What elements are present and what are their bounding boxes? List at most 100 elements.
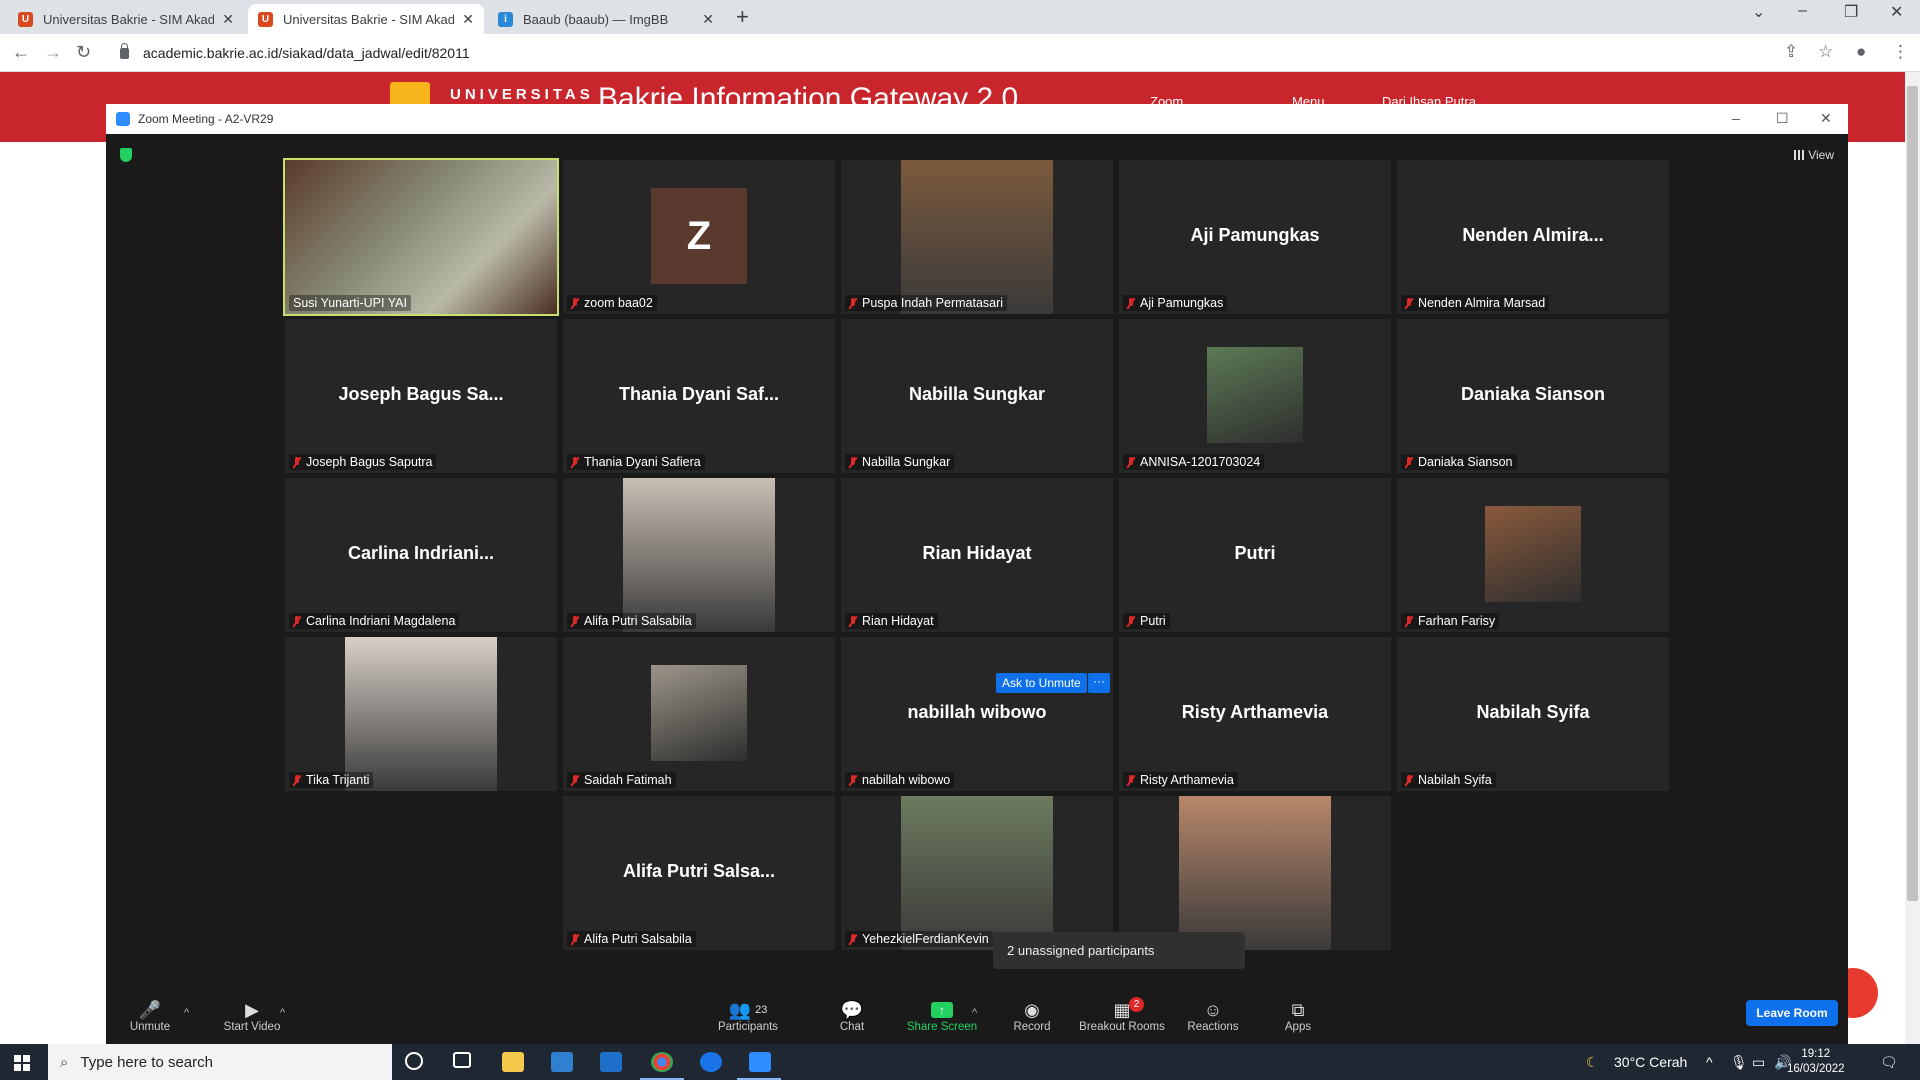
- close-tab-icon[interactable]: ✕: [462, 11, 474, 28]
- share-screen-button[interactable]: ↑ Share Screen: [902, 999, 982, 1033]
- back-icon[interactable]: ←: [12, 42, 30, 63]
- restore-icon[interactable]: ❐: [1844, 2, 1858, 22]
- leave-room-button[interactable]: Leave Room: [1746, 1000, 1838, 1026]
- participant-tile[interactable]: Daniaka Sianson Daniaka Sianson: [1397, 319, 1669, 473]
- participant-tile[interactable]: Susi Yunarti-UPI YAI: [283, 158, 559, 316]
- record-icon: ◉: [1024, 999, 1040, 1020]
- tray-chevron-icon[interactable]: ^: [1706, 1054, 1713, 1070]
- profile-icon[interactable]: ●: [1856, 42, 1866, 62]
- file-explorer-icon[interactable]: [502, 1052, 524, 1072]
- participant-name: Rian Hidayat: [862, 614, 934, 628]
- reload-icon[interactable]: ↻: [76, 42, 91, 63]
- address-bar[interactable]: academic.bakrie.ac.id/siakad/data_jadwal…: [108, 38, 1778, 68]
- participant-tile[interactable]: YehezkielFerdianKevin: [841, 796, 1113, 950]
- browser-tab-active[interactable]: U Universitas Bakrie - SIM Akadem ✕: [248, 4, 484, 34]
- record-button[interactable]: ◉ Record: [1006, 999, 1058, 1034]
- participant-tile[interactable]: Thania Dyani Saf... Thania Dyani Safiera: [563, 319, 835, 473]
- muted-mic-icon: [293, 774, 301, 786]
- share-icon[interactable]: ⇪: [1784, 42, 1798, 62]
- task-view-icon[interactable]: [453, 1052, 471, 1068]
- muted-mic-icon: [571, 456, 579, 468]
- participant-tile[interactable]: [1119, 796, 1391, 950]
- close-window-icon[interactable]: ✕: [1890, 2, 1903, 22]
- browser-toolbar: ← → ↻ academic.bakrie.ac.id/siakad/data_…: [0, 34, 1920, 72]
- apps-button[interactable]: ⧉ Apps: [1278, 999, 1318, 1034]
- participant-tile[interactable]: ANNISA-1201703024: [1119, 319, 1391, 473]
- audio-options-caret-icon[interactable]: ^: [184, 1007, 189, 1019]
- close-tab-icon[interactable]: ✕: [222, 11, 234, 28]
- participant-tile[interactable]: nabillah wibowo nabillah wibowo: [841, 637, 1113, 791]
- participant-tile[interactable]: Alifa Putri Salsa... Alifa Putri Salsabil…: [563, 796, 835, 950]
- participant-name-label: Rian Hidayat: [845, 613, 938, 629]
- participant-display-name: Nabilah Syifa: [1476, 701, 1590, 722]
- participant-photo: [901, 160, 1053, 314]
- participant-tile[interactable]: Saidah Fatimah: [563, 637, 835, 791]
- participant-name-label: Joseph Bagus Saputra: [289, 454, 437, 470]
- participant-name-label: Risty Arthamevia: [1123, 772, 1238, 788]
- share-screen-label: Share Screen: [906, 1021, 978, 1033]
- chat-button[interactable]: 💬 Chat: [830, 999, 874, 1034]
- breakout-rooms-button[interactable]: ▦ 2 Breakout Rooms: [1076, 997, 1168, 1033]
- video-options-caret-icon[interactable]: ^: [280, 1007, 285, 1019]
- bookmark-star-icon[interactable]: ☆: [1818, 42, 1833, 62]
- more-options-button[interactable]: ···: [1088, 673, 1110, 693]
- participant-tile[interactable]: Aji Pamungkas Aji Pamungkas: [1119, 160, 1391, 314]
- participants-button[interactable]: 👥 23 Participants: [712, 999, 784, 1034]
- zoom-window-title: Zoom Meeting - A2-VR29: [138, 112, 274, 126]
- browser-tab[interactable]: i Baaub (baaub) — ImgBB ✕: [488, 4, 724, 34]
- tab-search-chevron-icon[interactable]: ⌄: [1752, 2, 1765, 22]
- participant-tile[interactable]: Alifa Putri Salsabila: [563, 478, 835, 632]
- participant-tile[interactable]: Farhan Farisy: [1397, 478, 1669, 632]
- windows-start-icon[interactable]: [14, 1055, 30, 1071]
- store-icon[interactable]: [551, 1052, 573, 1072]
- participant-name: Nenden Almira Marsad: [1418, 296, 1546, 310]
- start-video-label: Start Video: [223, 1021, 281, 1033]
- taskbar-clock[interactable]: 19:12 16/03/2022: [1787, 1047, 1845, 1077]
- cortana-icon[interactable]: [405, 1052, 423, 1070]
- close-tab-icon[interactable]: ✕: [702, 11, 714, 28]
- share-options-caret-icon[interactable]: ^: [972, 1007, 977, 1019]
- participant-tile[interactable]: Risty Arthamevia Risty Arthamevia: [1119, 637, 1391, 791]
- participant-tile[interactable]: Nabilla Sungkar Nabilla Sungkar: [841, 319, 1113, 473]
- new-tab-icon[interactable]: +: [736, 4, 749, 30]
- participant-tile[interactable]: Puspa Indah Permatasari: [841, 160, 1113, 314]
- notifications-icon[interactable]: 🗨: [1880, 1054, 1898, 1071]
- participant-display-name: Nabilla Sungkar: [908, 383, 1046, 404]
- minimize-icon[interactable]: –: [1798, 2, 1807, 20]
- zoom-minimize-icon[interactable]: –: [1732, 110, 1740, 126]
- participant-tile[interactable]: Zzoom baa02: [563, 160, 835, 314]
- weather-text[interactable]: 30°C Cerah: [1614, 1054, 1687, 1070]
- zoom-maximize-icon[interactable]: ☐: [1776, 110, 1789, 127]
- muted-mic-icon: [849, 774, 857, 786]
- browser-tab[interactable]: U Universitas Bakrie - SIM Akadem ✕: [8, 4, 244, 34]
- forward-icon[interactable]: →: [44, 42, 62, 63]
- participant-name: Farhan Farisy: [1418, 614, 1496, 628]
- zoom-taskbar-icon[interactable]: [749, 1052, 771, 1072]
- unmute-button[interactable]: 🎤 Unmute: [122, 999, 178, 1034]
- tab-title: Universitas Bakrie - SIM Akadem: [283, 11, 455, 27]
- participant-tile[interactable]: Carlina Indriani... Carlina Indriani Magd…: [285, 478, 557, 632]
- chrome-icon[interactable]: [651, 1052, 673, 1072]
- chat-label: Chat: [839, 1021, 865, 1033]
- participant-tile[interactable]: Nabilah Syifa Nabilah Syifa: [1397, 637, 1669, 791]
- reactions-icon: ☺: [1203, 999, 1223, 1020]
- participant-tile[interactable]: Rian Hidayat Rian Hidayat: [841, 478, 1113, 632]
- participant-tile[interactable]: Joseph Bagus Sa... Joseph Bagus Saputra: [285, 319, 557, 473]
- reactions-button[interactable]: ☺ Reactions: [1184, 999, 1242, 1034]
- teamviewer-icon[interactable]: [700, 1052, 722, 1072]
- browser-menu-icon[interactable]: ⋮: [1892, 42, 1909, 62]
- weather-moon-icon[interactable]: ☾: [1586, 1054, 1599, 1071]
- participant-tile[interactable]: Nenden Almira... Nenden Almira Marsad: [1397, 160, 1669, 314]
- microphone-icon[interactable]: 🎙: [1730, 1054, 1748, 1071]
- participant-name-label: Alifa Putri Salsabila: [567, 931, 696, 947]
- network-icon[interactable]: ▭: [1752, 1054, 1765, 1071]
- clock-date: 16/03/2022: [1787, 1063, 1845, 1075]
- participant-tile[interactable]: Putri Putri: [1119, 478, 1391, 632]
- page-scrollbar-thumb[interactable]: [1907, 86, 1918, 901]
- mail-icon[interactable]: [600, 1052, 622, 1072]
- tab-title: Universitas Bakrie - SIM Akadem: [43, 11, 215, 27]
- zoom-close-icon[interactable]: ✕: [1820, 110, 1832, 127]
- participant-tile[interactable]: Tika Trijanti: [285, 637, 557, 791]
- ask-to-unmute-button[interactable]: Ask to Unmute: [996, 673, 1087, 693]
- taskbar-search-box[interactable]: ⌕ Type here to search: [48, 1044, 392, 1080]
